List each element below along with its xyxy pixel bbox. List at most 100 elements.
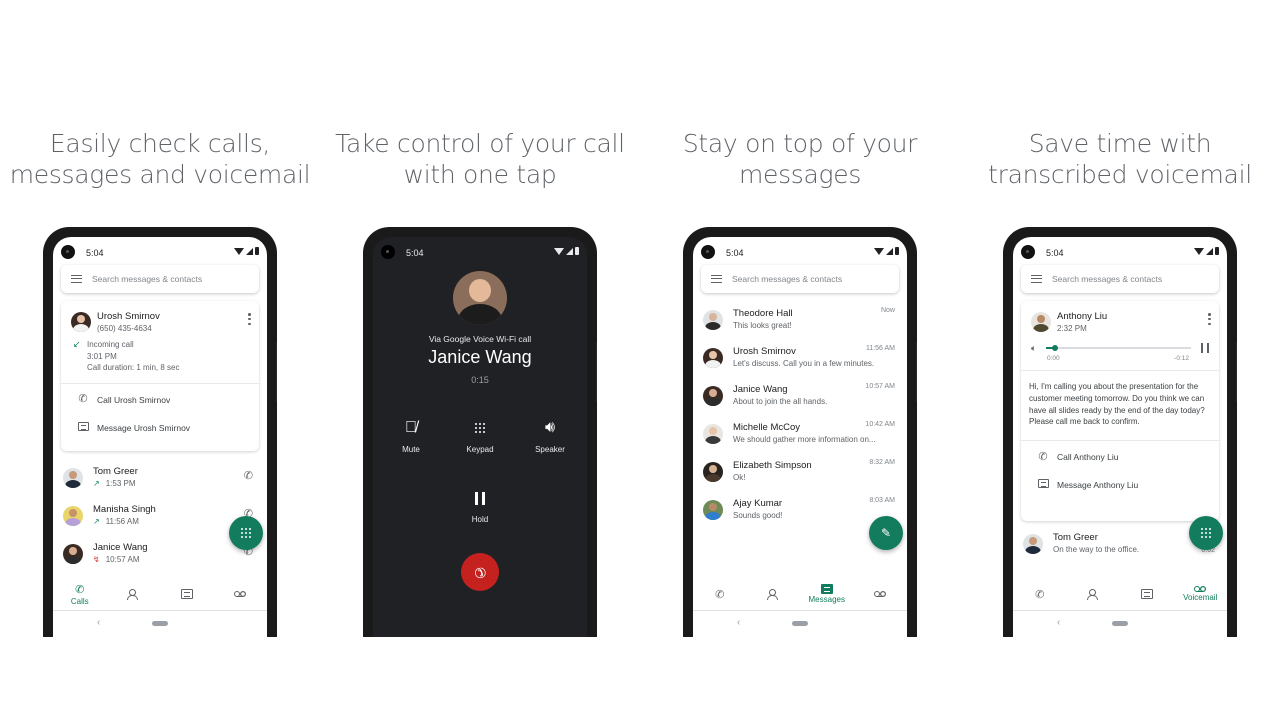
message-list-item[interactable]: Michelle McCoy We should gather more info… — [693, 415, 907, 453]
call-contact-button[interactable]: ✆ Call Anthony Liu — [1021, 443, 1219, 471]
action-label: Call Anthony Liu — [1057, 452, 1119, 463]
wifi-icon — [1194, 247, 1204, 255]
tab-label: Calls — [70, 596, 89, 606]
home-pill[interactable] — [152, 621, 168, 626]
menu-icon[interactable] — [71, 275, 82, 283]
tab-messages[interactable] — [1120, 578, 1174, 610]
call-duration: Call duration: 1 min, 8 sec — [87, 363, 180, 372]
elapsed-time: 0:00 — [1047, 355, 1060, 362]
wifi-icon — [554, 247, 564, 255]
seek-slider[interactable] — [1046, 344, 1191, 351]
camera-icon — [701, 245, 715, 259]
tab-calls[interactable]: ✆ — [693, 578, 747, 610]
call-list-item[interactable]: Tom Greer ↗ 1:53 PM ✆ — [53, 459, 267, 497]
more-options-icon[interactable] — [1208, 313, 1211, 325]
message-list-item[interactable]: Janice Wang About to join the all hands. … — [693, 377, 907, 415]
menu-icon[interactable] — [711, 275, 722, 283]
tab-voicemail[interactable] — [214, 578, 268, 610]
headline-line: Easily check calls, — [49, 129, 271, 158]
message-icon — [180, 589, 193, 599]
call-back-icon[interactable]: ✆ — [244, 471, 253, 482]
dialpad-button[interactable] — [229, 516, 263, 550]
phone-icon: ✆ — [1038, 450, 1048, 463]
pause-icon[interactable] — [1201, 343, 1209, 353]
camera-icon — [1021, 245, 1035, 259]
message-preview: We should gather more information on... — [733, 435, 876, 444]
voicemail-icon — [874, 591, 886, 597]
status-bar: 5:04 — [693, 237, 907, 267]
contact-name: Anthony Liu — [1057, 311, 1108, 322]
mute-button[interactable]: 🎙̸ Mute — [381, 417, 441, 454]
status-bar: 5:04 — [373, 237, 587, 267]
more-options-icon[interactable] — [248, 313, 251, 325]
back-icon[interactable]: ‹ — [1057, 617, 1060, 628]
volume-icon[interactable]: 🔈︎ — [1031, 343, 1036, 354]
phone-icon: ✆ — [1035, 588, 1045, 601]
call-time: 11:56 AM — [105, 517, 139, 526]
wifi-icon — [874, 247, 884, 255]
menu-icon[interactable] — [1031, 275, 1042, 283]
message-icon — [820, 584, 833, 594]
avatar — [63, 468, 83, 488]
system-nav-bar: ‹ — [53, 610, 267, 637]
message-list-item[interactable]: Theodore Hall This looks great! Now — [693, 301, 907, 339]
dialpad-button[interactable] — [1189, 516, 1223, 550]
back-icon[interactable]: ‹ — [97, 617, 100, 628]
side-button — [1236, 342, 1237, 402]
action-label: Message Urosh Smirnov — [97, 422, 191, 433]
button-label: Hold — [471, 515, 489, 524]
voicemail-icon — [234, 591, 246, 597]
message-contact-button[interactable]: Message Anthony Liu — [1021, 471, 1219, 499]
side-button — [596, 342, 597, 402]
search-input[interactable] — [732, 274, 882, 284]
home-pill[interactable] — [1112, 621, 1128, 626]
bottom-nav: ✆ Voicemail — [1013, 578, 1227, 610]
phone-frame: 5:04 Theodore HallThis looks great! Now … — [683, 227, 917, 637]
message-preview: About to join the all hands. — [733, 397, 828, 406]
end-call-button[interactable]: ✆ — [461, 553, 499, 591]
call-contact-button[interactable]: ✆ Call Urosh Smirnov — [61, 386, 259, 414]
tab-contacts[interactable] — [747, 578, 801, 610]
avatar — [703, 500, 723, 520]
voicemail-card[interactable]: Anthony Liu 2:32 PM 🔈︎ 0:00 -0:12 Hi, I'm… — [1021, 301, 1219, 521]
side-button — [276, 342, 277, 402]
battery-icon — [255, 247, 259, 255]
incoming-call-icon: ↙ — [73, 339, 81, 349]
tab-calls[interactable]: ✆ Calls — [53, 578, 107, 610]
message-time: Now — [880, 307, 895, 314]
voicemail-time: 2:32 PM — [1057, 324, 1087, 333]
message-contact-button[interactable]: Message Urosh Smirnov — [61, 414, 259, 442]
seek-handle[interactable] — [1052, 344, 1059, 351]
signal-icon — [1206, 247, 1213, 255]
search-bar[interactable] — [61, 265, 259, 293]
compose-button[interactable]: ✎ — [869, 516, 903, 550]
avatar — [1023, 534, 1043, 554]
speaker-button[interactable]: 🔊︎ Speaker — [520, 417, 580, 454]
tab-voicemail[interactable]: Voicemail — [1174, 578, 1228, 610]
button-label: Mute — [402, 445, 420, 454]
home-pill[interactable] — [792, 621, 808, 626]
message-list-item[interactable]: Elizabeth Simpson Ok! 8:32 AM — [693, 453, 907, 491]
message-icon — [77, 421, 89, 434]
mic-off-icon: 🎙̸ — [405, 419, 417, 436]
tab-voicemail[interactable] — [854, 578, 908, 610]
search-bar[interactable] — [701, 265, 899, 293]
search-input[interactable] — [92, 274, 242, 284]
headline: Save time with transcribed voicemail — [960, 128, 1280, 190]
search-input[interactable] — [1052, 274, 1202, 284]
tab-messages[interactable] — [160, 578, 214, 610]
message-list-item[interactable]: Urosh Smirnov Let's discuss. Call you in … — [693, 339, 907, 377]
back-icon[interactable]: ‹ — [737, 617, 740, 628]
tab-messages[interactable]: Messages — [800, 578, 854, 610]
headline-line: transcribed voicemail — [988, 160, 1252, 189]
tab-contacts[interactable] — [1067, 578, 1121, 610]
phone-screen: 5:04 Anthony Liu 2:32 PM 🔈︎ — [1013, 237, 1227, 637]
keypad-button[interactable]: Keypad — [450, 417, 510, 454]
hold-button[interactable]: Hold — [450, 487, 510, 524]
headline-line: Take control of your call — [335, 129, 625, 158]
tab-contacts[interactable] — [107, 578, 161, 610]
hang-up-icon: ✆ — [470, 562, 491, 583]
search-bar[interactable] — [1021, 265, 1219, 293]
call-detail-card[interactable]: Urosh Smirnov (650) 435-4634 ↙ Incoming … — [61, 301, 259, 451]
tab-calls[interactable]: ✆ — [1013, 578, 1067, 610]
